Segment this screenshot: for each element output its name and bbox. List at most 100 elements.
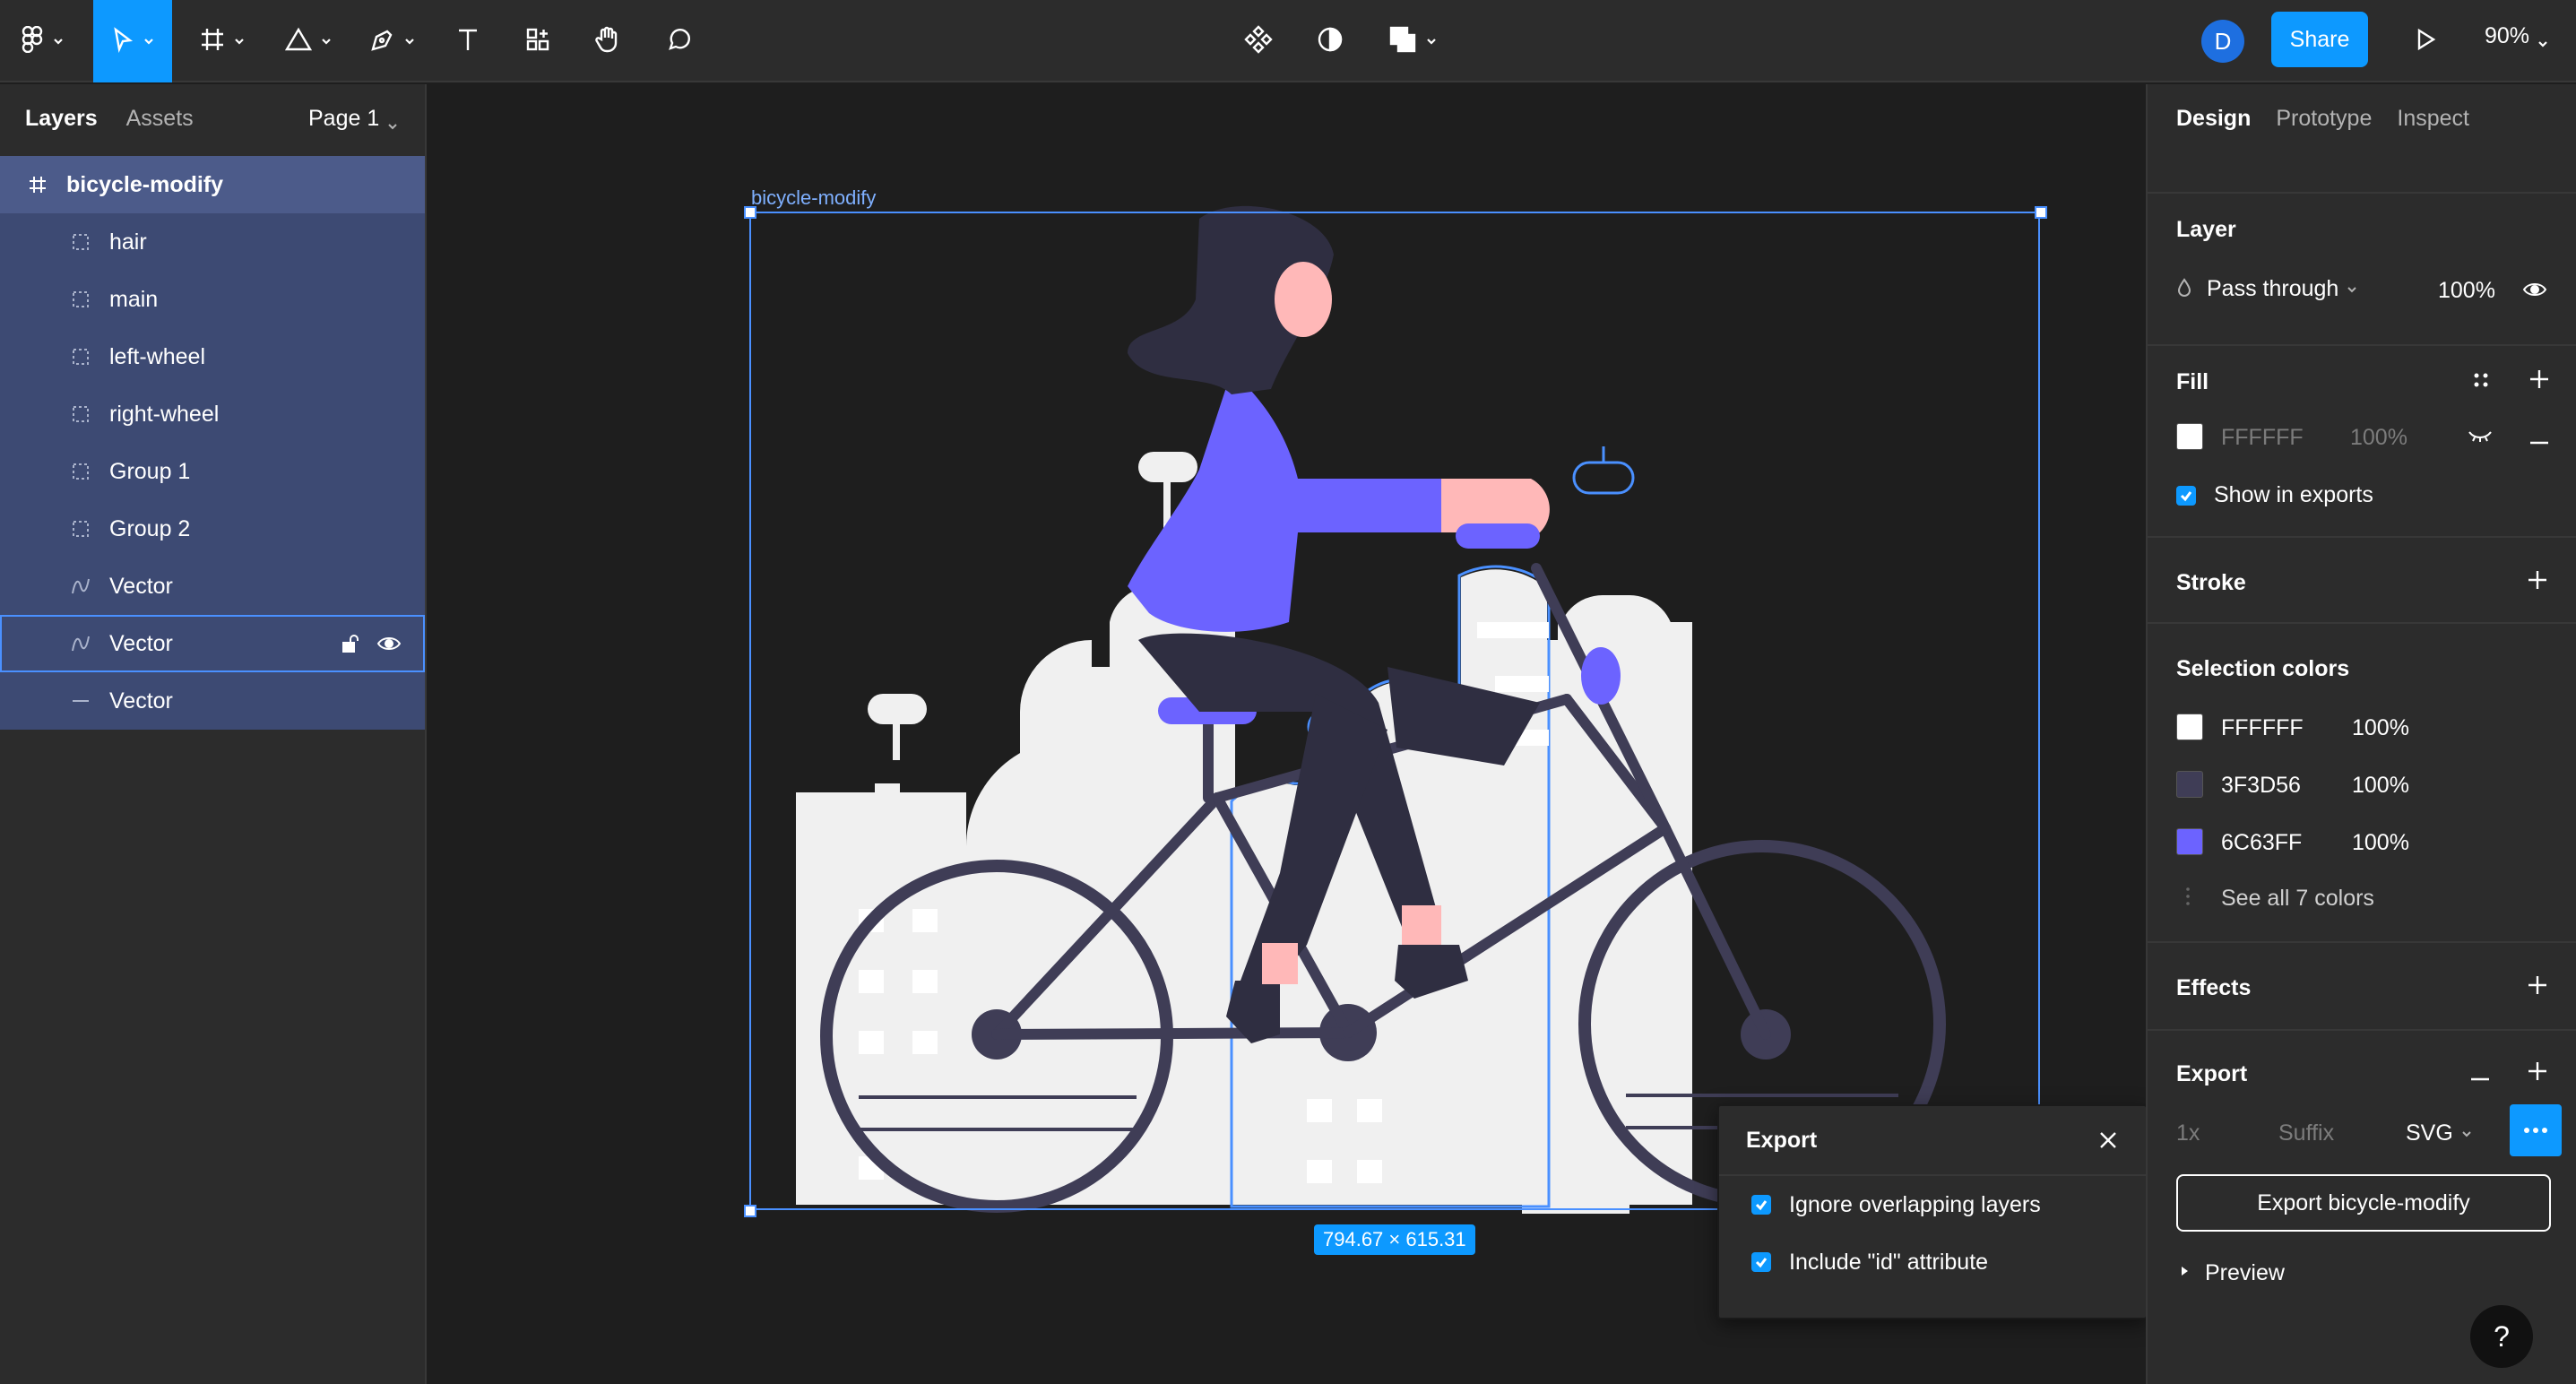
- text-tool-button[interactable]: [445, 0, 491, 82]
- present-button[interactable]: [2402, 0, 2449, 82]
- component-icon: [1243, 24, 1274, 59]
- page-selector[interactable]: Page 1: [308, 106, 399, 132]
- selection-color-opacity[interactable]: 100%: [2352, 830, 2409, 856]
- layer-row-group[interactable]: Group 1: [0, 443, 425, 500]
- create-component-button[interactable]: [1235, 0, 1282, 82]
- selection-color-opacity[interactable]: 100%: [2352, 773, 2409, 799]
- checkbox-checked-icon[interactable]: [1751, 1195, 1771, 1215]
- group-dashed-icon: [70, 346, 91, 368]
- layer-row-tools: [341, 633, 402, 661]
- selection-color-hex[interactable]: 6C63FF: [2221, 830, 2302, 856]
- shape-tool-button[interactable]: [274, 0, 342, 82]
- fill-hex-value[interactable]: FFFFFF: [2221, 425, 2304, 451]
- export-suffix-input[interactable]: Suffix: [2278, 1120, 2334, 1146]
- layer-row-vector[interactable]: Vector: [0, 558, 425, 615]
- boolean-ops-button[interactable]: [1379, 0, 1447, 82]
- eye-icon[interactable]: [2522, 280, 2547, 304]
- include-id-option[interactable]: Include "id" attribute: [1719, 1233, 2146, 1291]
- style-grid-icon[interactable]: [2470, 369, 2492, 395]
- export-button[interactable]: Export bicycle-modify: [2176, 1174, 2551, 1232]
- group-dashed-icon: [70, 289, 91, 310]
- close-icon[interactable]: [2097, 1129, 2119, 1157]
- layer-row-frame[interactable]: bicycle-modify: [0, 156, 425, 213]
- blend-mode-dropdown[interactable]: Pass through: [2176, 276, 2358, 302]
- mask-button[interactable]: [1307, 0, 1353, 82]
- chevron-down-icon: [320, 35, 333, 48]
- export-settings-popover: Export Ignore overlapping layers Include…: [1717, 1104, 2148, 1319]
- dimensions-badge: 794.67 × 615.31: [1314, 1224, 1475, 1255]
- tab-layers[interactable]: Layers: [25, 106, 98, 132]
- selection-color-swatch[interactable]: [2176, 771, 2203, 802]
- chevron-down-icon: [2537, 30, 2549, 48]
- resize-handle-top-right[interactable]: [2035, 206, 2047, 219]
- preview-toggle[interactable]: Preview: [2180, 1260, 2285, 1286]
- layer-row-line[interactable]: Vector: [0, 672, 425, 730]
- add-stroke-plus-icon[interactable]: [2526, 568, 2549, 596]
- unlock-icon[interactable]: [341, 633, 360, 661]
- section-title: Effects: [2176, 975, 2252, 1000]
- tab-inspect[interactable]: Inspect: [2397, 106, 2469, 132]
- ignore-overlapping-option[interactable]: Ignore overlapping layers: [1719, 1176, 2146, 1233]
- group-dashed-icon: [70, 461, 91, 482]
- see-all-colors-link[interactable]: See all 7 colors: [2221, 886, 2374, 912]
- fill-opacity-value[interactable]: 100%: [2350, 425, 2407, 451]
- layer-row-group[interactable]: left-wheel: [0, 328, 425, 385]
- move-tool-button[interactable]: [93, 0, 172, 82]
- caret-right-icon: [2180, 1265, 2189, 1282]
- add-export-plus-icon[interactable]: [2526, 1060, 2549, 1087]
- add-fill-plus-icon[interactable]: [2528, 368, 2551, 395]
- layers-tree: bicycle-modify hair main left-wheel righ…: [0, 156, 425, 730]
- eye-icon[interactable]: [376, 633, 402, 661]
- zoom-dropdown[interactable]: 90%: [2485, 23, 2549, 49]
- layer-row-group[interactable]: right-wheel: [0, 385, 425, 443]
- layer-name: Vector: [109, 688, 173, 714]
- contrast-half-circle-icon: [1316, 25, 1344, 58]
- section-title: Layer: [2176, 217, 2236, 242]
- boolean-union-icon: [1387, 24, 1418, 59]
- main-menu-button[interactable]: [11, 0, 73, 82]
- selection-color-opacity[interactable]: 100%: [2352, 715, 2409, 741]
- layer-row-group[interactable]: Group 2: [0, 500, 425, 558]
- chevron-down-icon: [1425, 35, 1438, 48]
- layer-name: main: [109, 286, 159, 312]
- tab-assets[interactable]: Assets: [126, 106, 194, 132]
- selection-color-hex[interactable]: 3F3D56: [2221, 773, 2301, 799]
- left-panel-tabs: Layers Assets Page 1: [0, 84, 425, 152]
- frame-tool-button[interactable]: [188, 0, 256, 82]
- resize-handle-bottom-left[interactable]: [744, 1205, 756, 1217]
- layer-row-vector[interactable]: Vector: [0, 615, 425, 672]
- selection-color-swatch[interactable]: [2176, 714, 2203, 745]
- page-label: Page 1: [308, 106, 380, 131]
- layer-row-group[interactable]: hair: [0, 213, 425, 271]
- share-button[interactable]: Share: [2271, 12, 2368, 67]
- resize-handle-top-left[interactable]: [744, 206, 756, 219]
- help-button[interactable]: ?: [2470, 1305, 2533, 1368]
- checkbox-checked-icon[interactable]: [1751, 1252, 1771, 1272]
- comment-tool-button[interactable]: [654, 0, 705, 82]
- selection-color-hex[interactable]: FFFFFF: [2221, 715, 2304, 741]
- user-avatar[interactable]: D: [2201, 20, 2244, 63]
- tab-design[interactable]: Design: [2176, 106, 2251, 132]
- checkbox-checked-icon[interactable]: [2176, 485, 2196, 506]
- layer-opacity-value[interactable]: 100%: [2438, 278, 2495, 304]
- show-in-exports-checkbox[interactable]: Show in exports: [2176, 482, 2373, 508]
- vector-path-icon: [70, 575, 91, 597]
- chevron-down-icon: [2346, 283, 2358, 296]
- export-scale-input[interactable]: 1x: [2176, 1120, 2200, 1146]
- hand-tool-button[interactable]: [584, 0, 631, 82]
- add-effect-plus-icon[interactable]: [2526, 973, 2549, 1001]
- fill-swatch[interactable]: [2176, 423, 2203, 454]
- export-settings-button[interactable]: [2510, 1104, 2562, 1156]
- option-label: Ignore overlapping layers: [1789, 1191, 2041, 1217]
- remove-export-minus-icon[interactable]: [2468, 1070, 2492, 1086]
- pen-tool-button[interactable]: [359, 0, 427, 82]
- remove-fill-minus-icon[interactable]: [2528, 434, 2551, 450]
- eye-closed-icon[interactable]: [2467, 428, 2494, 447]
- triangle-icon: [284, 26, 313, 57]
- layer-row-group[interactable]: main: [0, 271, 425, 328]
- tab-prototype[interactable]: Prototype: [2276, 106, 2372, 132]
- export-format-dropdown[interactable]: SVG: [2406, 1120, 2473, 1146]
- selection-color-swatch[interactable]: [2176, 828, 2203, 860]
- group-dashed-icon: [70, 403, 91, 425]
- resources-tool-button[interactable]: [514, 0, 561, 82]
